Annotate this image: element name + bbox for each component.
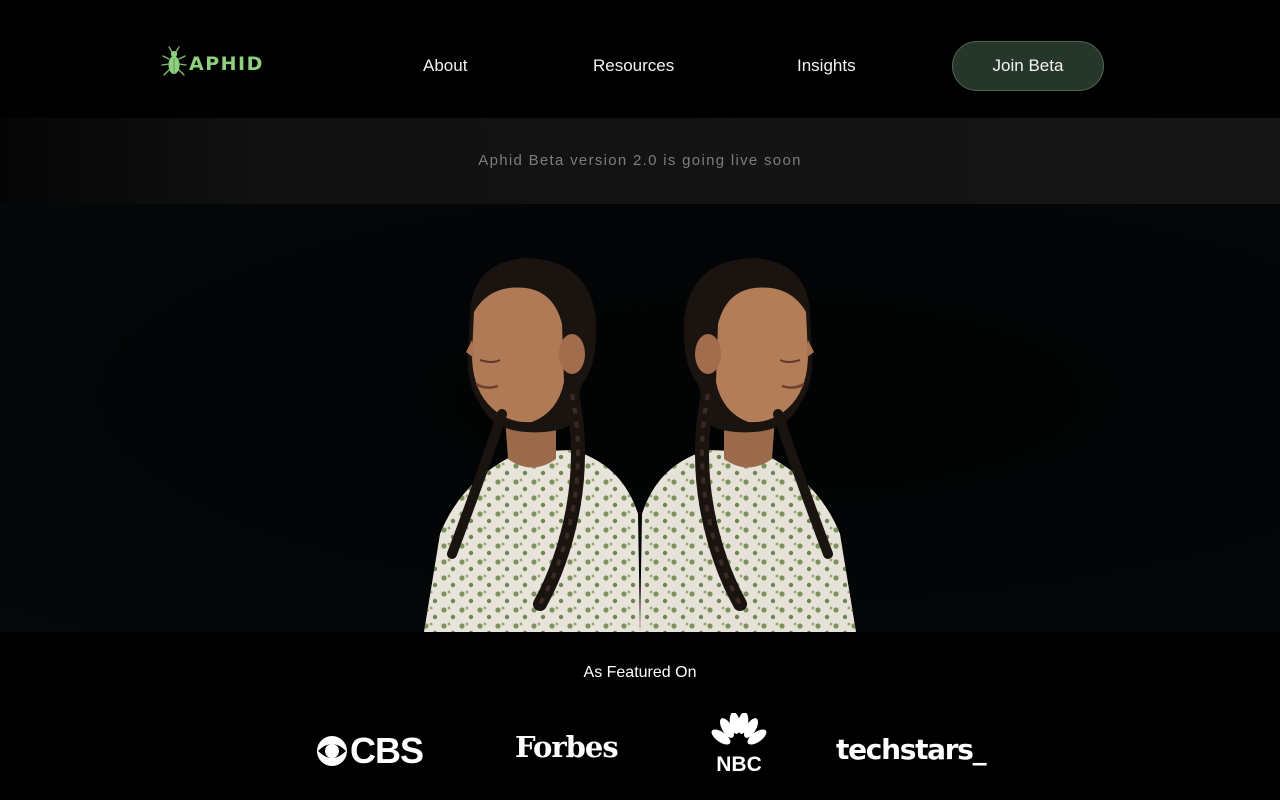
nav-resources-link[interactable]: Resources: [593, 56, 674, 76]
nbc-logo: NBC: [711, 713, 767, 773]
cbs-eye-icon: [317, 736, 347, 766]
hero-section: [0, 204, 1280, 632]
join-beta-button[interactable]: Join Beta: [952, 41, 1104, 91]
nav-insights-link[interactable]: Insights: [797, 56, 856, 76]
aphid-logo[interactable]: APHID: [160, 46, 264, 78]
announcement-text: Aphid Beta version 2.0 is going live soo…: [478, 152, 802, 169]
left-figure: [424, 258, 640, 632]
brand-name: APHID: [189, 53, 264, 75]
site-header: APHID About Resources Insights Join Beta: [0, 0, 1280, 118]
nbc-logo-text: NBC: [716, 753, 762, 773]
nav-about-link[interactable]: About: [423, 56, 467, 76]
announcement-bar: Aphid Beta version 2.0 is going live soo…: [0, 118, 1280, 204]
nbc-peacock-icon: [711, 713, 767, 745]
forbes-logo: Forbes: [515, 730, 619, 764]
right-figure: [640, 258, 856, 632]
cbs-logo-text: CBS: [350, 730, 424, 771]
hero-portrait-image: [424, 258, 856, 632]
featured-title: As Featured On: [583, 664, 697, 681]
aphid-bug-icon: [161, 46, 187, 76]
cbs-logo: CBS: [316, 730, 424, 772]
techstars-logo: techstars_: [836, 733, 987, 766]
